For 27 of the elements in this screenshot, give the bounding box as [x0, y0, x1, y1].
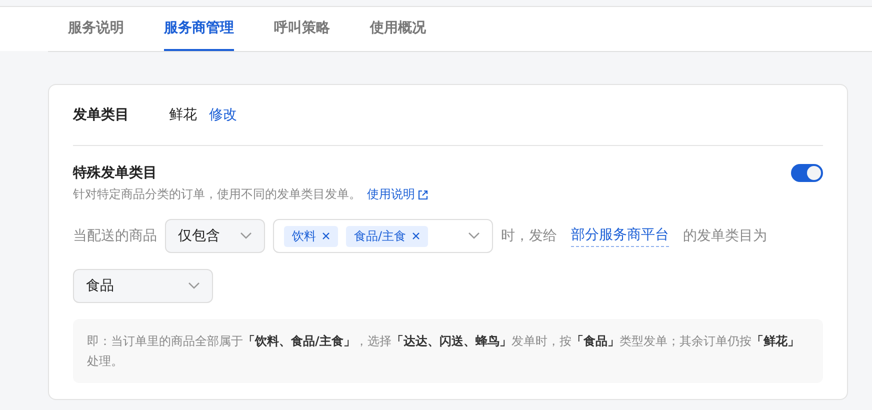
- tab[interactable]: 呼叫策略: [274, 7, 330, 51]
- edit-link[interactable]: 修改: [209, 106, 237, 124]
- chevron-down-icon: [240, 232, 252, 240]
- chevron-down-icon: [188, 282, 200, 290]
- category-select[interactable]: 饮料 食品/主食: [273, 219, 493, 253]
- condition-text: 时，发给: [501, 227, 557, 245]
- field-label: 发单类目: [73, 106, 130, 124]
- close-icon[interactable]: [322, 232, 330, 240]
- tab[interactable]: 服务商管理: [164, 7, 234, 51]
- mode-select[interactable]: 仅包含: [165, 219, 265, 253]
- toggle-switch[interactable]: [791, 164, 823, 182]
- category-tag: 食品/主食: [346, 226, 428, 246]
- help-link[interactable]: 使用说明: [367, 186, 415, 203]
- target-select[interactable]: 食品: [73, 269, 213, 303]
- platform-link[interactable]: 部分服务商平台: [571, 226, 669, 246]
- explanation-note: 即：当订单里的商品全部属于「饮料、食品/主食」，选择「达达、闪送、蜂鸟」发单时，按「食品」类型发单；其余订单仍按「鲜花」处理。: [73, 319, 823, 383]
- chevron-down-icon: [468, 232, 480, 240]
- tab[interactable]: 使用概况: [370, 7, 426, 51]
- field-value: 鲜花: [169, 106, 197, 124]
- external-link-icon: [418, 190, 428, 200]
- section-description: 针对特定商品分类的订单，使用不同的发单类目发单。: [73, 186, 361, 203]
- condition-text: 的发单类目为: [683, 227, 767, 245]
- category-tag: 饮料: [284, 226, 338, 246]
- tab[interactable]: 服务说明: [68, 7, 124, 51]
- section-title: 特殊发单类目: [73, 164, 157, 182]
- condition-label: 当配送的商品: [73, 227, 157, 245]
- close-icon[interactable]: [412, 232, 420, 240]
